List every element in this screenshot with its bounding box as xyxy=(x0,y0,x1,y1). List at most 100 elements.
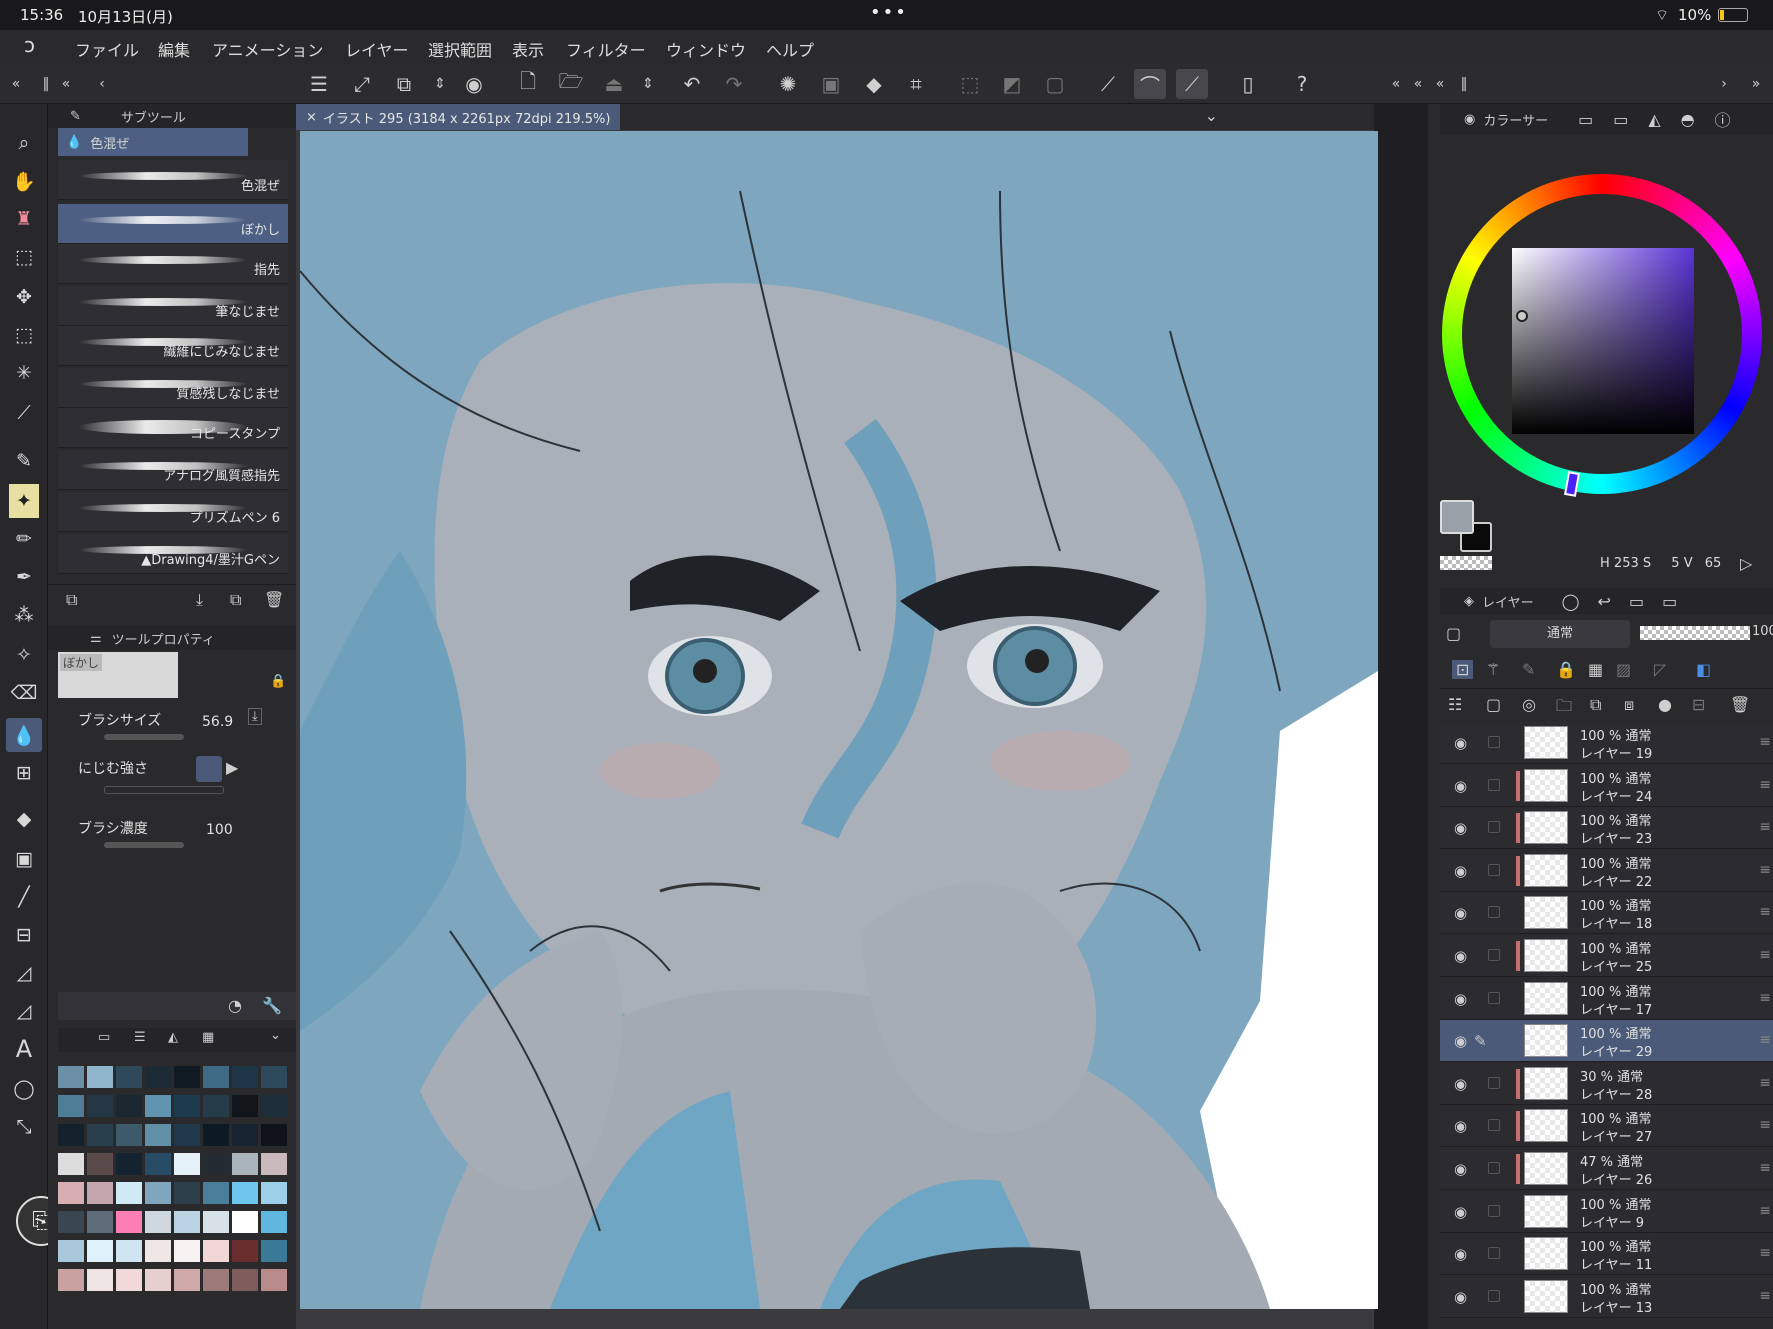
drag-handle-icon[interactable]: ≡ xyxy=(1759,734,1771,750)
drag-handle-icon[interactable]: ≡ xyxy=(1759,990,1771,1006)
brush-size-value[interactable]: 56.9 xyxy=(202,714,233,730)
palette-swatch[interactable] xyxy=(116,1153,142,1175)
palette-swatch[interactable] xyxy=(232,1211,258,1233)
layer-row[interactable]: ◉ 47 % 通常 レイヤー 26 ≡ xyxy=(1440,1148,1773,1190)
density-slider[interactable] xyxy=(104,842,184,848)
wrench-icon[interactable]: 🔧 xyxy=(262,996,282,1015)
palette-swatch[interactable] xyxy=(145,1124,171,1146)
palette-swatch[interactable] xyxy=(203,1269,229,1291)
lock-icon[interactable]: 🔒 xyxy=(270,674,286,689)
copy-settings-icon[interactable]: ⧉ xyxy=(66,590,77,610)
layer-row[interactable]: ◉ 100 % 通常 レイヤー 27 ≡ xyxy=(1440,1105,1773,1148)
ruler-tool-icon[interactable]: ◿ xyxy=(6,994,42,1028)
layer-row[interactable]: ◉ ✎ 100 % 通常 レイヤー 29 ≡ xyxy=(1440,1020,1773,1063)
brush-item[interactable]: 繊維にじみなじませ xyxy=(58,326,288,366)
palette-swatch[interactable] xyxy=(261,1153,287,1175)
layer-row[interactable]: ◉ 100 % 通常 レイヤー 24 ≡ xyxy=(1440,764,1773,807)
palette-swatch[interactable] xyxy=(145,1269,171,1291)
palette-swatch[interactable] xyxy=(174,1124,200,1146)
ai-icon[interactable]: ♜ xyxy=(6,202,42,236)
chevron-right-icon[interactable]: › xyxy=(1708,69,1740,99)
palette-swatch[interactable] xyxy=(116,1066,142,1088)
palette-swatch[interactable] xyxy=(174,1269,200,1291)
eye-icon[interactable]: ◉ xyxy=(1454,1160,1467,1178)
drag-handle-icon[interactable]: ≡ xyxy=(1759,1075,1771,1091)
canvas-tab[interactable]: × イラスト 295 (3184 x 2261px 72dpi 219.5%) xyxy=(296,104,621,130)
brush-snap-icon[interactable]: ⌒ xyxy=(1134,69,1166,99)
help-icon[interactable]: ? xyxy=(1286,69,1318,99)
brush-item[interactable]: コピースタンプ xyxy=(58,408,288,448)
layer-check[interactable] xyxy=(1488,863,1500,876)
play-icon[interactable]: ▶ xyxy=(226,758,238,777)
menu-edit[interactable]: 編集 xyxy=(158,37,190,61)
main-color-swatch[interactable] xyxy=(1440,500,1474,534)
palette-swatch[interactable] xyxy=(87,1153,113,1175)
palette-swatch[interactable] xyxy=(203,1182,229,1204)
open-folder-icon[interactable]: 🗁 xyxy=(555,69,587,99)
loading-icon[interactable]: ✺ xyxy=(772,69,804,99)
ruler-layer-icon[interactable]: ◸ xyxy=(1654,660,1666,679)
new-folder-icon[interactable]: 🗀 xyxy=(1556,695,1572,722)
layer-check[interactable] xyxy=(1488,949,1500,961)
layer-check[interactable] xyxy=(1488,778,1500,791)
palette-swatch[interactable] xyxy=(87,1095,113,1117)
eye-icon[interactable]: ◉ xyxy=(1454,819,1467,837)
brush-item[interactable]: 色混ぜ xyxy=(58,160,288,200)
layer-check[interactable] xyxy=(1488,1289,1500,1302)
blend-mode-select[interactable]: 通常 xyxy=(1490,620,1630,648)
pencil-tool-icon[interactable]: ✏ xyxy=(6,522,42,556)
layer-property-icon[interactable]: ☷ xyxy=(1448,695,1462,714)
selection-tool-icon[interactable]: ⬚ xyxy=(6,318,42,352)
frame-tool-icon[interactable]: ⊟ xyxy=(6,918,42,952)
palette-swatch[interactable] xyxy=(261,1269,287,1291)
palette-swatch[interactable] xyxy=(116,1240,142,1262)
layer-check[interactable] xyxy=(1488,821,1500,834)
menu-animation[interactable]: アニメーション xyxy=(212,37,323,61)
layer-tab3-icon[interactable]: ↩ xyxy=(1598,592,1611,611)
palette-swatch[interactable] xyxy=(203,1095,229,1117)
reference-icon[interactable]: ⚚ xyxy=(1486,660,1500,679)
drag-handle-icon[interactable]: ≡ xyxy=(1759,904,1771,920)
layer-row[interactable]: ◉ 100 % 通常 レイヤー 11 ≡ xyxy=(1440,1233,1773,1276)
layer-check[interactable] xyxy=(1488,1162,1500,1174)
ruler-snap-icon[interactable]: ⟋ xyxy=(1176,69,1208,99)
saturation-value-square[interactable] xyxy=(1512,248,1694,434)
tab-menu-chevron-icon[interactable]: ⌄ xyxy=(1205,106,1218,125)
palette-swatch[interactable] xyxy=(87,1124,113,1146)
layer-row[interactable]: ◉ 100 % 通常 レイヤー 9 ≡ xyxy=(1440,1190,1773,1233)
palette-swatch[interactable] xyxy=(174,1240,200,1262)
hand-tool-icon[interactable]: ✋ xyxy=(6,164,42,198)
palette-swatch[interactable] xyxy=(232,1095,258,1117)
palette-swatch[interactable] xyxy=(87,1066,113,1088)
collapse-left-icon[interactable]: « xyxy=(0,69,32,99)
palette-swatch[interactable] xyxy=(58,1095,84,1117)
airbrush-icon[interactable]: ⁂ xyxy=(6,598,42,632)
palette-swatch[interactable] xyxy=(145,1182,171,1204)
opacity-value[interactable]: 100 xyxy=(1752,624,1773,639)
palette-swatch[interactable] xyxy=(232,1240,258,1262)
bleed-mode-button[interactable] xyxy=(196,756,222,782)
new-file-icon[interactable]: 🗋 xyxy=(512,69,544,99)
drag-handle-icon[interactable]: ≡ xyxy=(1759,1117,1771,1133)
color-tab3-icon[interactable]: ▭ xyxy=(1613,110,1628,129)
layer-row[interactable]: ◉ 100 % 通常 レイヤー 17 ≡ xyxy=(1440,977,1773,1020)
redo-icon[interactable]: ↷ xyxy=(718,69,750,99)
palette-tab3-icon[interactable]: ◭ xyxy=(168,1030,178,1045)
bleed-slider[interactable] xyxy=(104,786,224,794)
palette-swatch[interactable] xyxy=(87,1240,113,1262)
export-icon[interactable]: ⏏ xyxy=(598,69,630,99)
move-layer-icon[interactable]: ✥ xyxy=(6,280,42,314)
menu-view[interactable]: 表示 xyxy=(512,37,544,61)
palette-swatch[interactable] xyxy=(261,1066,287,1088)
color-tab4-icon[interactable]: ◭ xyxy=(1648,110,1660,129)
palette-swatch[interactable] xyxy=(145,1095,171,1117)
menu-file[interactable]: ファイル xyxy=(75,37,139,61)
brush-item[interactable]: 質感残しなじませ xyxy=(58,368,288,408)
brush-item[interactable]: 筆なじませ xyxy=(58,286,288,326)
palette-swatch[interactable] xyxy=(116,1269,142,1291)
layer-check[interactable] xyxy=(1488,906,1500,919)
download-icon[interactable]: ⤓ xyxy=(196,590,203,610)
palette-swatch[interactable] xyxy=(232,1269,258,1291)
eye-icon[interactable]: ◉ xyxy=(1454,1245,1467,1263)
palette-swatch[interactable] xyxy=(87,1211,113,1233)
